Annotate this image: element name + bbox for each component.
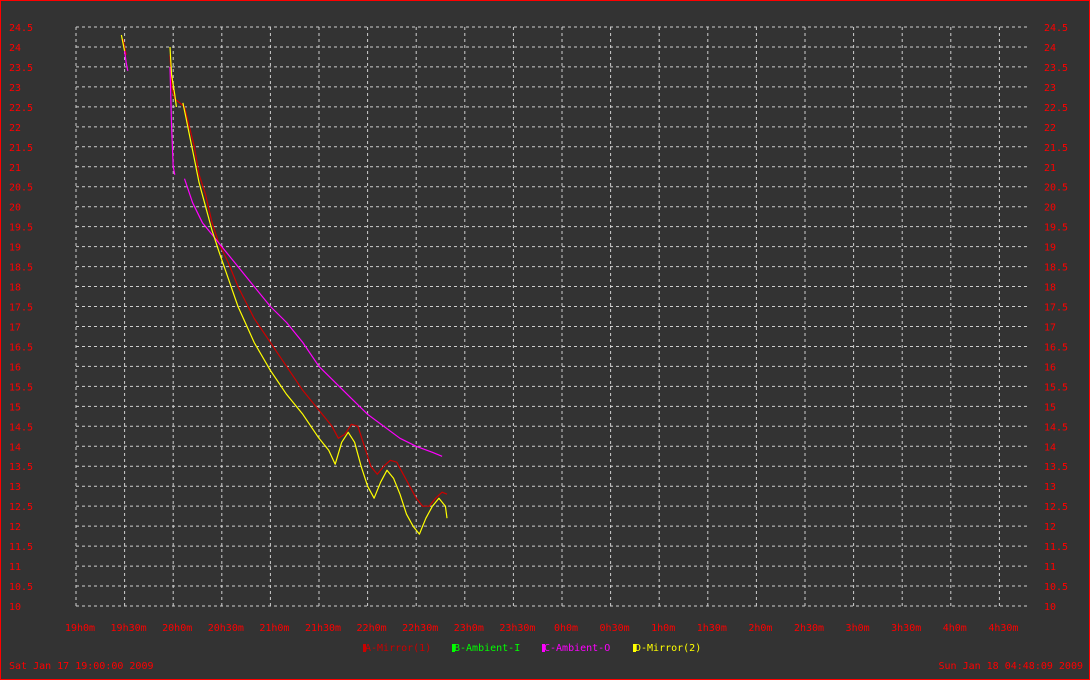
y-tick-label-right: 12 [1044,522,1056,533]
y-tick-label-left: 15.5 [9,382,33,393]
legend-entry: A-Mirror(1) [365,643,431,654]
x-tick-label: 3h30m [891,623,921,634]
y-tick-label-left: 12 [9,522,21,533]
y-tick-label-left: 13.5 [9,462,33,473]
x-tick-label: 1h30m [697,623,727,634]
y-tick-label-right: 14.5 [1044,422,1068,433]
legend-entry: C-Ambient-O [544,643,610,654]
x-tick-label: 4h0m [943,623,967,634]
y-tick-label-left: 13 [9,482,21,493]
y-tick-label-right: 16 [1044,362,1056,373]
x-tick-label: 19h0m [65,623,95,634]
y-tick-label-right: 23 [1044,83,1056,94]
y-tick-label-left: 16.5 [9,342,33,353]
x-tick-label: 20h0m [162,623,192,634]
y-tick-label-right: 10 [1044,602,1056,613]
x-tick-label: 21h30m [305,623,341,634]
y-tick-label-left: 16 [9,362,21,373]
y-tick-label-left: 24.5 [9,23,33,34]
y-tick-label-left: 11 [9,562,21,573]
y-axis-ticks: 24.5 24.5 24 24 23.5 23.5 23 23 22.5 22.5 22 22 21.5… [9,23,1068,613]
y-tick-label-right: 19.5 [1044,223,1068,234]
y-tick-label-right: 20.5 [1044,183,1068,194]
y-tick-label-left: 17 [9,322,21,333]
y-tick-label-left: 10.5 [9,582,33,593]
x-tick-label: 21h0m [259,623,289,634]
y-tick-label-left: 14 [9,442,21,453]
y-tick-label-right: 24 [1044,43,1056,54]
y-tick-label-right: 18.5 [1044,263,1068,274]
y-tick-label-left: 11.5 [9,542,33,553]
y-tick-label-left: 15 [9,402,21,413]
grid [75,26,1030,607]
y-tick-label-right: 17.5 [1044,303,1068,314]
y-tick-label-right: 11 [1044,562,1056,573]
y-tick-label-right: 21 [1044,163,1056,174]
y-tick-label-left: 20 [9,203,21,214]
x-tick-label: 22h30m [402,623,438,634]
y-tick-label-right: 18 [1044,283,1056,294]
x-tick-label: 3h0m [846,623,870,634]
y-tick-label-left: 10 [9,602,21,613]
y-tick-label-right: 12.5 [1044,502,1068,513]
y-tick-label-left: 18 [9,283,21,294]
x-tick-label: 20h30m [208,623,244,634]
legend: A-Mirror(1) B-Ambient-I C-Ambient-O D-Mirro… [363,643,701,654]
series-line-a-mirror-1 [169,54,448,507]
y-tick-label-right: 21.5 [1044,143,1068,154]
x-axis-ticks: 19h0m 19h30m 20h0m 20h30m 21h0m 21h30m 22h0m 22… [65,623,1019,634]
y-tick-label-left: 19.5 [9,223,33,234]
y-tick-label-right: 22.5 [1044,103,1068,114]
x-tick-label: 23h0m [454,623,484,634]
x-tick-label: 2h30m [794,623,824,634]
y-tick-label-left: 22 [9,123,21,134]
y-tick-label-right: 19 [1044,243,1056,254]
y-tick-label-right: 24.5 [1044,23,1068,34]
legend-entry: B-Ambient-I [454,643,520,654]
x-tick-label: 22h0m [357,623,387,634]
x-tick-label: 2h0m [748,623,772,634]
series-line-d-mirror-2 [182,102,448,535]
y-tick-label-left: 21.5 [9,143,33,154]
x-tick-label: 0h0m [554,623,578,634]
y-tick-label-right: 23.5 [1044,63,1068,74]
y-tick-label-right: 17 [1044,322,1056,333]
temperature-chart: 24.5 24.5 24 24 23.5 23.5 23 23 22.5 22.5 22 22 21.5… [9,23,1084,672]
start-time-label: Sat Jan 17 19:00:00 2009 [9,661,154,672]
y-tick-label-right: 13.5 [1044,462,1068,473]
y-tick-label-left: 23.5 [9,63,33,74]
y-tick-label-left: 18.5 [9,263,33,274]
y-tick-label-left: 24 [9,43,21,54]
y-tick-label-left: 19 [9,243,21,254]
legend-entry: D-Mirror(2) [635,643,701,654]
y-tick-label-left: 21 [9,163,21,174]
x-tick-label: 1h0m [651,623,675,634]
y-tick-label-right: 16.5 [1044,342,1068,353]
y-tick-label-right: 15 [1044,402,1056,413]
x-tick-label: 19h30m [111,623,147,634]
y-tick-label-right: 11.5 [1044,542,1068,553]
y-tick-label-right: 14 [1044,442,1056,453]
y-tick-label-right: 15.5 [1044,382,1068,393]
series-lines [120,34,448,535]
y-tick-label-left: 20.5 [9,183,33,194]
y-tick-label-left: 23 [9,83,21,94]
y-tick-label-left: 22.5 [9,103,33,114]
end-time-label: Sun Jan 18 04:48:09 2009 [939,661,1084,672]
y-tick-label-right: 10.5 [1044,582,1068,593]
y-tick-label-right: 13 [1044,482,1056,493]
x-tick-label: 0h30m [600,623,630,634]
y-tick-label-left: 14.5 [9,422,33,433]
series-line-c-ambient-o [183,178,443,457]
y-tick-label-right: 22 [1044,123,1056,134]
y-tick-label-right: 20 [1044,203,1056,214]
x-tick-label: 4h30m [988,623,1018,634]
x-tick-label: 23h30m [499,623,535,634]
y-tick-label-left: 12.5 [9,502,33,513]
y-tick-label-left: 17.5 [9,303,33,314]
